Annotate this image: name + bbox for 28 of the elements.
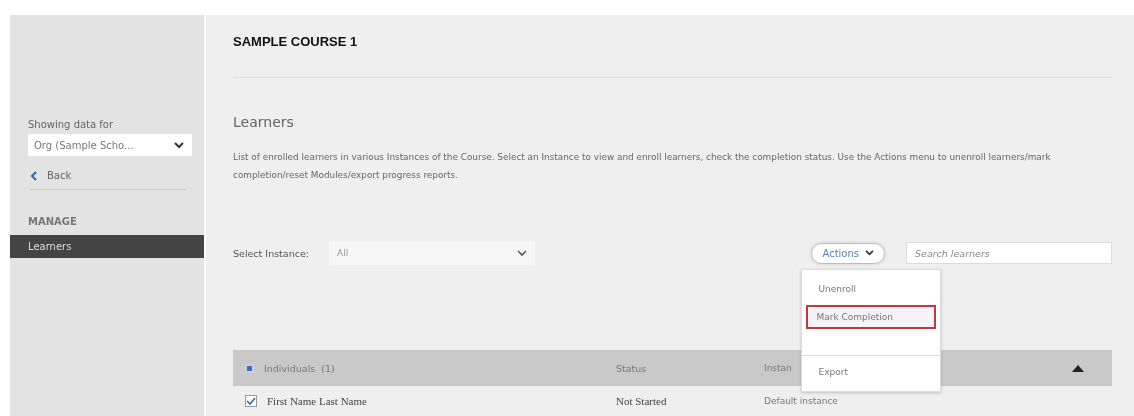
- org-label: Showing data for: [28, 119, 115, 130]
- menu-item[interactable]: Mark Completion: [806, 304, 937, 329]
- row-checkbox[interactable]: [245, 395, 257, 407]
- menu-item[interactable]: Export: [806, 357, 937, 386]
- instance-label: Select Instance:: [233, 247, 310, 259]
- search-field[interactable]: Search learners: [906, 242, 1112, 264]
- chevron-down-icon: [865, 250, 874, 256]
- collapse-icon[interactable]: [1072, 364, 1084, 372]
- description: List of enrolled learners in various Instances of the Course. Select an Instance to view and enroll learners, check the completion status. Use the Actions menu to unenroll learners/mark completion/reset Modules/export progress reports.: [233, 151, 1052, 182]
- section-title: Learners: [233, 114, 295, 130]
- menu-item[interactable]: Unenroll: [806, 274, 937, 303]
- column-header: Individuals (1): [264, 362, 335, 374]
- org-select[interactable]: Org (Sample Scho...: [28, 134, 192, 156]
- actions-button[interactable]: Actions: [811, 242, 885, 264]
- chevron-left-icon: [30, 170, 37, 181]
- course-title: SAMPLE COURSE 1: [233, 34, 1112, 78]
- column-header: Status: [616, 362, 647, 374]
- nav-item[interactable]: Learners: [10, 235, 204, 258]
- column-header: Instan: [764, 363, 792, 373]
- instance-cell-text: Default instance: [764, 396, 839, 406]
- chevron-down-icon: [517, 249, 527, 257]
- section-heading: MANAGE: [28, 216, 78, 227]
- chevron-down-icon: [174, 141, 184, 149]
- learner-name: First Name Last Name: [267, 395, 367, 407]
- status-cell-text: Not Started: [616, 395, 668, 407]
- select-all-checkbox[interactable]: [245, 363, 254, 373]
- back-link[interactable]: Back: [30, 170, 186, 190]
- instance-select[interactable]: All: [329, 241, 535, 265]
